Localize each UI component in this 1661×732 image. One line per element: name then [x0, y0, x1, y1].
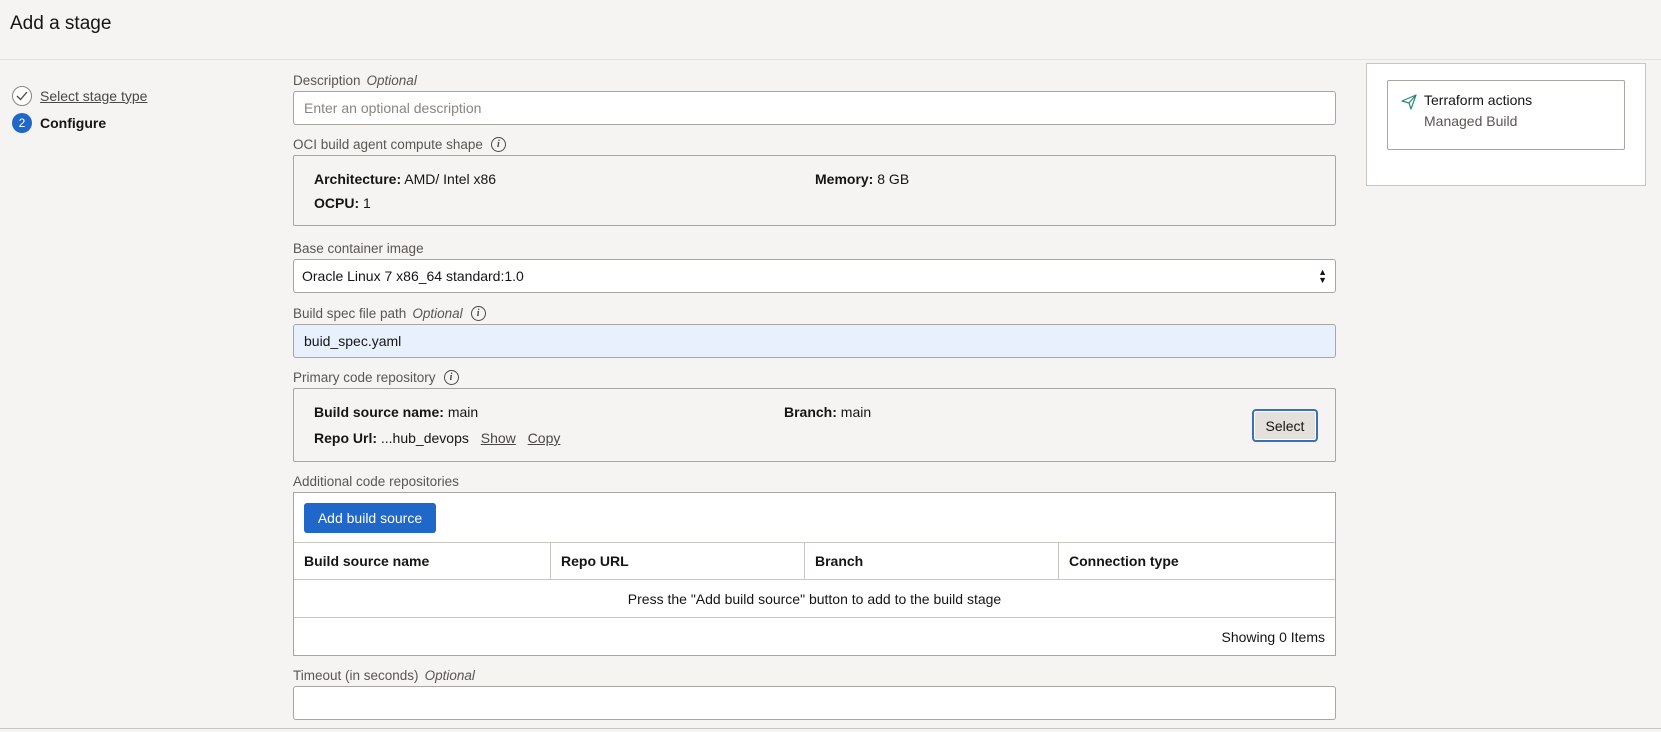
- primary-repo-box: Build source name: main Branch: main Rep…: [293, 388, 1336, 462]
- send-icon: [1400, 93, 1418, 111]
- show-link[interactable]: Show: [481, 430, 516, 446]
- repo-url-label: Repo Url:: [314, 430, 377, 446]
- stage-type-card[interactable]: Terraform actions Managed Build: [1387, 80, 1625, 150]
- source-name-label: Build source name:: [314, 404, 444, 420]
- base-image-label: Base container image: [293, 240, 424, 256]
- check-icon: [12, 85, 32, 106]
- branch-value: main: [840, 404, 872, 420]
- additional-repos-label: Additional code repositories: [293, 473, 459, 489]
- step-number: 2: [12, 112, 32, 133]
- timeout-label: Timeout (in seconds) Optional: [293, 667, 475, 683]
- chevron-updown-icon: ▲ ▼: [1318, 267, 1327, 285]
- table-header: Build source name Repo URL Branch Connec…: [294, 542, 1335, 580]
- description-input[interactable]: Enter an optional description: [293, 91, 1336, 125]
- branch-label: Branch:: [784, 404, 837, 420]
- add-build-source-button[interactable]: Add build source: [304, 503, 436, 533]
- architecture-label: Architecture:: [314, 171, 402, 187]
- memory-label: Memory:: [815, 171, 874, 187]
- column-header[interactable]: Build source name: [294, 543, 551, 579]
- column-header[interactable]: Branch: [805, 543, 1059, 579]
- description-label: Description Optional: [293, 72, 417, 88]
- stepper: Select stage type 2 Configure: [12, 82, 262, 136]
- header: Add a stage: [0, 0, 1661, 60]
- ocpu-label: OCPU:: [314, 195, 360, 211]
- info-icon[interactable]: i: [490, 136, 506, 152]
- build-spec-input[interactable]: buid_spec.yaml: [293, 324, 1336, 358]
- stage-type-title: Terraform actions: [1424, 92, 1533, 108]
- architecture-value: AMD/ Intel x86: [404, 171, 497, 187]
- select-button[interactable]: Select: [1252, 409, 1318, 442]
- stage-type-panel: Terraform actions Managed Build: [1366, 63, 1646, 186]
- additional-repos-table: Add build source Build source name Repo …: [293, 492, 1336, 656]
- step-select-stage-type[interactable]: Select stage type: [12, 82, 262, 109]
- page-title: Add a stage: [10, 13, 112, 34]
- step-configure: 2 Configure: [12, 109, 262, 136]
- base-image-value: Oracle Linux 7 x86_64 standard:1.0: [302, 268, 524, 284]
- info-icon[interactable]: i: [443, 369, 459, 385]
- source-name-value: main: [447, 404, 479, 420]
- items-count: Showing 0 Items: [1221, 628, 1326, 645]
- stage-form: Description Optional Enter an optional d…: [293, 70, 1337, 720]
- memory-value: 8 GB: [877, 171, 910, 187]
- repo-url-value: ...hub_devops: [380, 430, 469, 446]
- compute-shape-box: Architecture: AMD/ Intel x86 Memory: 8 G…: [293, 155, 1336, 226]
- ocpu-value: 1: [363, 195, 371, 211]
- column-header[interactable]: Repo URL: [551, 543, 805, 579]
- column-header[interactable]: Connection type: [1059, 543, 1335, 579]
- compute-shape-label: OCI build agent compute shape i: [293, 134, 1337, 154]
- timeout-input[interactable]: [293, 686, 1336, 720]
- build-spec-label: Build spec file path Optional i: [293, 303, 1337, 323]
- copy-link[interactable]: Copy: [528, 430, 561, 446]
- stage-type-subtitle: Managed Build: [1424, 113, 1518, 129]
- divider: [0, 728, 1661, 729]
- step-label: Configure: [40, 114, 107, 131]
- base-image-select[interactable]: Oracle Linux 7 x86_64 standard:1.0 ▲ ▼: [293, 259, 1336, 293]
- primary-repo-label: Primary code repository i: [293, 367, 1337, 387]
- empty-message: Press the "Add build source" button to a…: [294, 580, 1335, 618]
- step-label[interactable]: Select stage type: [40, 88, 147, 104]
- info-icon[interactable]: i: [470, 305, 486, 321]
